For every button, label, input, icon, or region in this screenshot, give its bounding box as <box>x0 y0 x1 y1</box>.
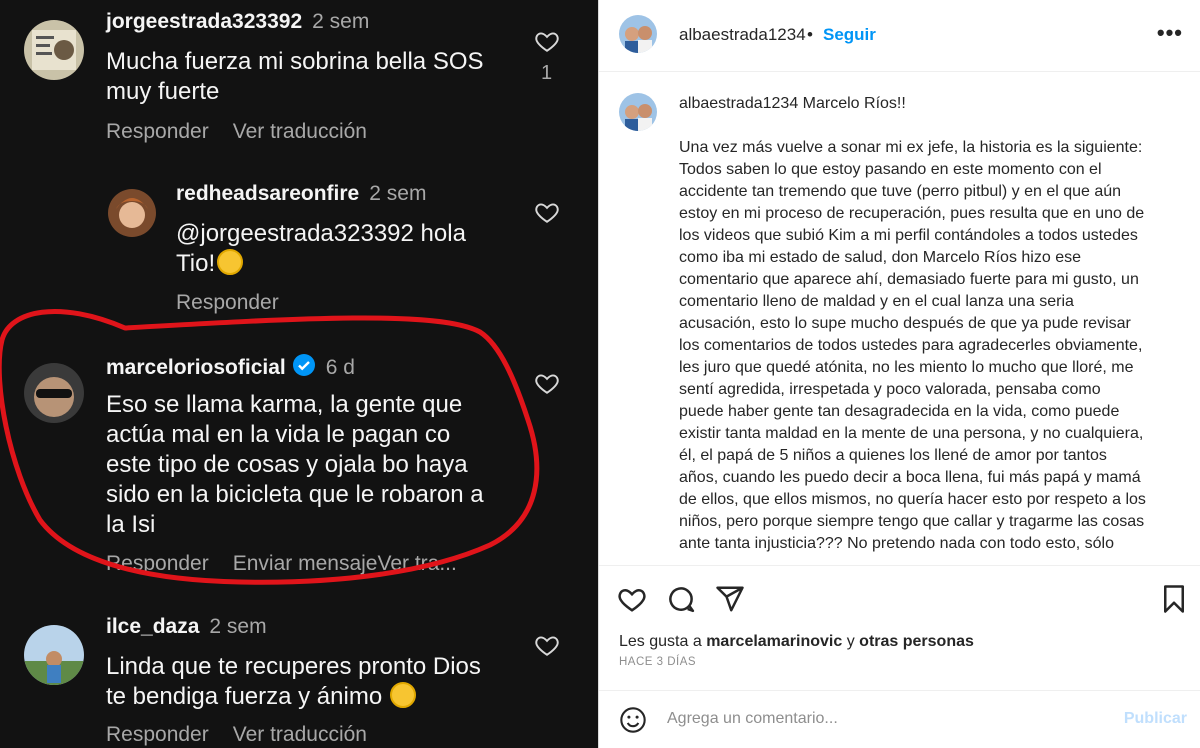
post-header: albaestrada1234 • Seguir ••• <box>599 0 1200 72</box>
author-avatar[interactable] <box>619 15 657 53</box>
comment-time: 2 sem <box>312 10 370 33</box>
comment-username[interactable]: ilce_daza 2 sem <box>106 615 267 639</box>
translate-button[interactable]: Ver traducción <box>233 723 367 746</box>
comment-text: Linda que te recuperes pronto Dios te be… <box>106 653 481 710</box>
post-actions <box>599 565 1200 625</box>
smile-icon[interactable] <box>619 706 647 734</box>
heart-icon[interactable] <box>533 28 561 54</box>
heart-icon[interactable] <box>533 370 561 396</box>
heart-icon[interactable] <box>617 584 647 614</box>
post-date: HACE 3 DÍAS <box>619 656 697 668</box>
likes-summary: Les gusta a marcelamarinovic y otras per… <box>619 633 974 650</box>
follow-button[interactable]: Seguir <box>823 25 876 45</box>
avatar[interactable] <box>24 363 84 423</box>
comment-username[interactable]: jorgeestrada323392 2 sem <box>106 10 369 34</box>
post-panel: albaestrada1234 • Seguir ••• albaestrada… <box>598 0 1200 748</box>
verified-icon <box>292 354 315 376</box>
comment-actions: Responder <box>176 291 303 315</box>
reply-button[interactable]: Responder <box>106 120 209 143</box>
more-icon[interactable]: ••• <box>1157 20 1183 46</box>
comment-time: 6 d <box>325 356 355 379</box>
comment-actions: Responder Ver traducción <box>106 120 391 144</box>
reply-button[interactable]: Responder <box>106 552 209 575</box>
reply-button[interactable]: Responder <box>106 723 209 746</box>
author-username[interactable]: albaestrada1234 <box>679 25 806 45</box>
comment-icon[interactable] <box>666 584 696 614</box>
author-avatar[interactable] <box>619 93 657 131</box>
share-icon[interactable] <box>715 584 745 614</box>
comment-time: 2 sem <box>209 615 267 638</box>
send-message-button[interactable]: Enviar mensajeVer tra... <box>233 552 457 575</box>
avatar[interactable] <box>24 625 84 685</box>
comment-username[interactable]: marceloriosoficial 6 d <box>106 353 355 380</box>
like-count: 1 <box>541 62 553 84</box>
comment-actions: Responder Enviar mensajeVer tra... <box>106 552 481 576</box>
comment-input[interactable]: Agrega un comentario... <box>667 710 838 728</box>
caption-header: albaestrada1234 Marcelo Ríos!! <box>679 95 906 113</box>
heart-icon[interactable] <box>533 199 561 225</box>
comments-panel: jorgeestrada323392 2 sem Mucha fuerza mi … <box>0 0 598 748</box>
caption-title: Marcelo Ríos!! <box>802 95 906 112</box>
avatar[interactable] <box>108 189 156 237</box>
caption-username[interactable]: albaestrada1234 <box>679 95 798 112</box>
comment-username[interactable]: redheadsareonfire 2 sem <box>176 182 426 206</box>
likes-user-link[interactable]: marcelamarinovic <box>706 633 842 650</box>
kiss-emoji-icon <box>390 682 417 708</box>
likes-others-link[interactable]: otras personas <box>859 633 974 650</box>
add-comment-bar: Agrega un comentario... Publicar <box>599 690 1200 748</box>
comment-actions: Responder Ver traducción <box>106 723 391 747</box>
comment-text: Mucha fuerza mi sobrina bella SOS muy fu… <box>106 48 484 105</box>
avatar[interactable] <box>24 20 84 80</box>
heart-icon[interactable] <box>533 632 561 658</box>
comment-text: Eso se llama karma, la gente que actúa m… <box>106 391 484 538</box>
comment-time: 2 sem <box>369 182 427 205</box>
grin-emoji-icon <box>217 249 244 275</box>
caption-body: Una vez más vuelve a sonar mi ex jefe, l… <box>679 139 1146 552</box>
bookmark-icon[interactable] <box>1159 584 1189 614</box>
separator-dot: • <box>807 25 813 44</box>
reply-button[interactable]: Responder <box>176 291 279 314</box>
publish-button[interactable]: Publicar <box>1124 710 1187 728</box>
translate-button[interactable]: Ver traducción <box>233 120 367 143</box>
comment-text: @jorgeestrada323392 hola Tio! <box>176 220 466 277</box>
